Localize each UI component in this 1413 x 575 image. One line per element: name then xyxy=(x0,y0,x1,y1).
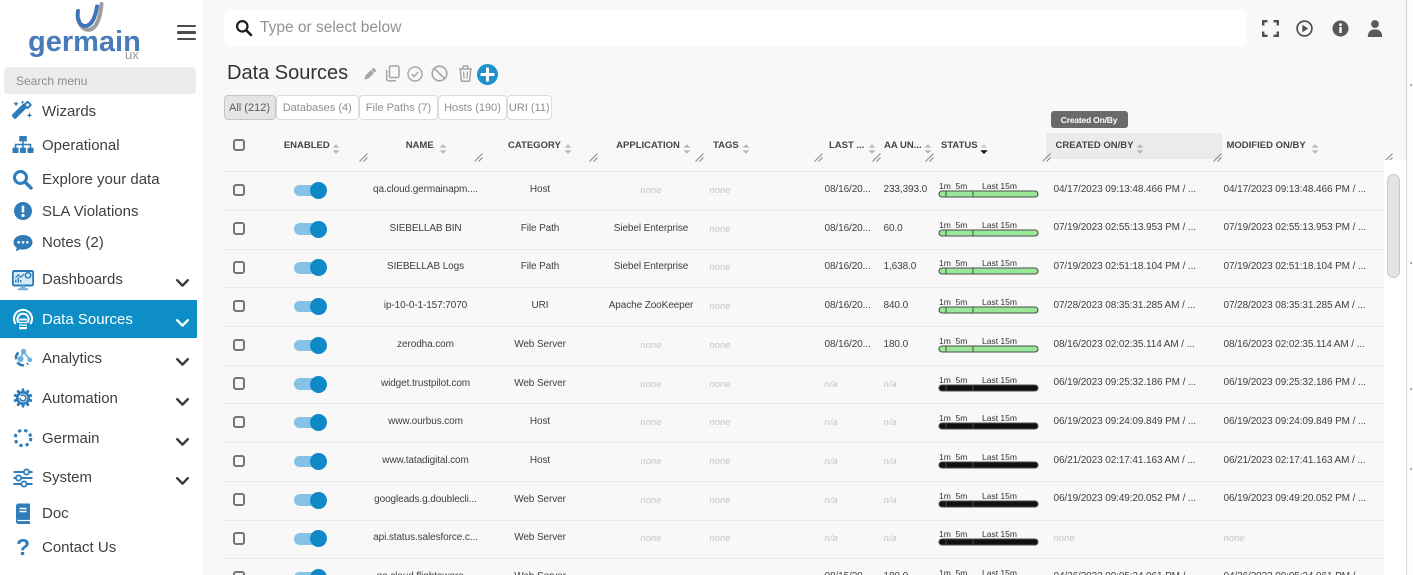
svg-text:ux: ux xyxy=(125,47,139,62)
svg-text:?: ? xyxy=(16,537,30,559)
svg-text:germain: germain xyxy=(28,26,141,58)
